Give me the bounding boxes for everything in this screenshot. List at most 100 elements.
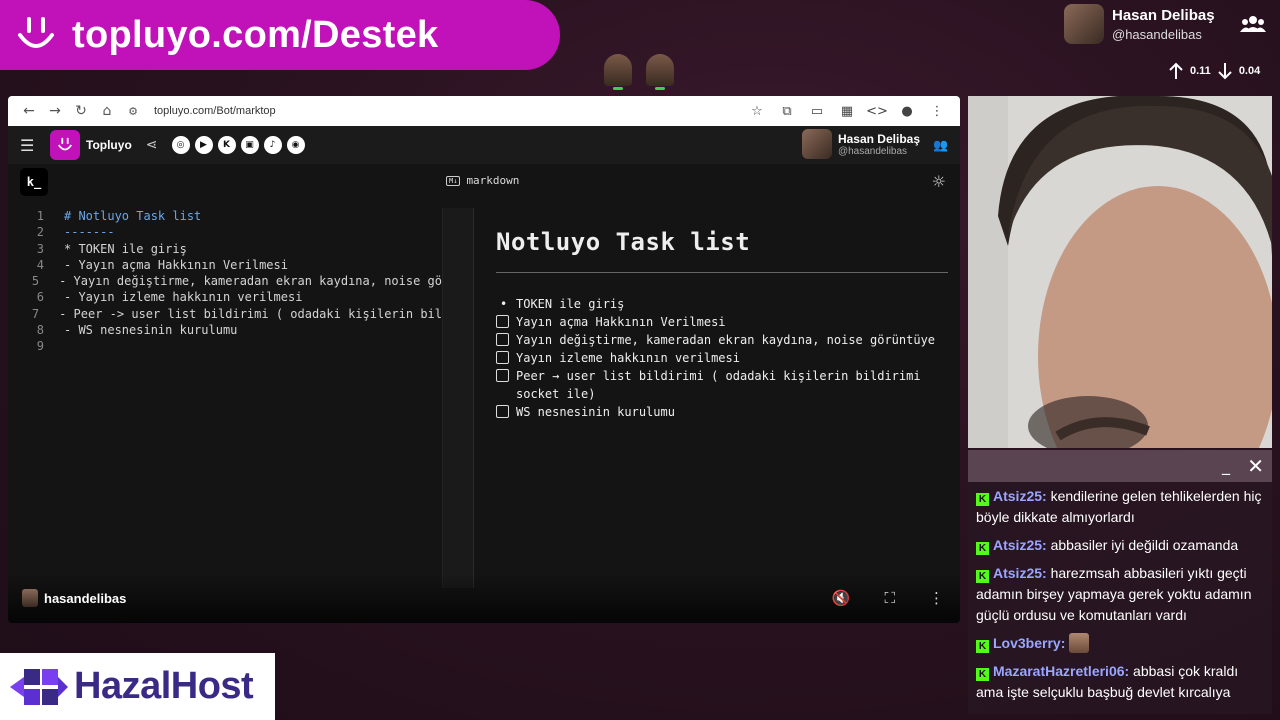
hazalhost-logo-icon: [10, 668, 68, 705]
more-options-icon[interactable]: ⋮: [929, 589, 944, 607]
kick-badge-icon: K: [976, 640, 989, 653]
task-text: WS nesnesinin kurulumu: [516, 405, 675, 419]
instagram-icon[interactable]: ◎: [171, 136, 190, 154]
app-name[interactable]: Topluyo: [86, 138, 132, 152]
close-icon[interactable]: ✕: [1247, 454, 1264, 478]
editor-line[interactable]: 7 - Peer -> user list bildirimi ( odadaki…: [8, 306, 442, 322]
extensions-icon[interactable]: ⧉: [772, 104, 802, 119]
task-item: Yayın açma Hakkının Verilmesi: [496, 313, 948, 331]
line-text: - WS nesnesinin kurulumu: [64, 323, 238, 338]
chat-username[interactable]: Atsiz25:: [993, 565, 1047, 581]
task-list: • TOKEN ile giriş Yayın açma Hakkının Ver…: [496, 295, 948, 421]
tiktok-icon[interactable]: ♪: [263, 136, 282, 154]
channel-name[interactable]: hasandelibas: [44, 591, 126, 606]
app-user-handle: @hasandelibas: [837, 145, 908, 157]
player-controls: hasandelibas 🔇 ⛶ ⋮: [8, 573, 960, 623]
app-header: ☰ Topluyo ⋖ ◎ ▶ K ▣ ♪ ◉ Hasan Delibaş @h…: [8, 126, 960, 164]
code-editor[interactable]: 1 # Notluyo Task list 2 ------- 3 * TOKEN ile…: [8, 208, 442, 588]
task-checkbox[interactable]: [496, 369, 509, 382]
minimize-icon[interactable]: _: [1222, 456, 1230, 475]
chat-message: K Atsiz25: abbasiler iyi değildi ozamanda: [976, 535, 1264, 556]
channel-avatar: [22, 589, 38, 607]
line-number: 8: [36, 323, 44, 338]
task-item: Yayın izleme hakkının verilmesi: [496, 349, 948, 367]
emote-icon: [1069, 633, 1090, 653]
line-number: 9: [36, 339, 44, 354]
viewer-avatars: [604, 54, 674, 90]
smile-logo-icon: [18, 17, 54, 48]
editor-toolbar: k_ M↓ markdown ☼: [8, 164, 960, 200]
chat-panel: _ ✕ K Atsiz25: kendilerine gelen tehlikel…: [968, 450, 1272, 714]
home-icon[interactable]: ⌂: [94, 103, 120, 119]
editor-line[interactable]: 9: [8, 338, 442, 354]
fullscreen-icon[interactable]: ⛶: [884, 589, 895, 607]
line-text: -------: [64, 225, 115, 240]
editor-line[interactable]: 1 # Notluyo Task list: [8, 208, 442, 224]
hamburger-menu-icon[interactable]: ☰: [20, 136, 46, 155]
editor-line[interactable]: 5 - Yayın değiştirme, kameradan ekran kay…: [8, 273, 442, 289]
site-info-icon[interactable]: ⚙: [120, 105, 146, 118]
app-user-name: Hasan Delibaş: [837, 131, 920, 146]
chat-username[interactable]: Atsiz25:: [993, 537, 1047, 553]
banner-title: topluyo.com/Destek: [72, 13, 439, 56]
twitch-icon[interactable]: ▣: [240, 136, 259, 154]
group-icon[interactable]: 👥: [933, 138, 948, 152]
group-icon[interactable]: [1240, 14, 1266, 34]
devtools-icon[interactable]: <>: [862, 104, 892, 119]
chat-text: abbasiler iyi değildi ozamanda: [1046, 537, 1239, 553]
list-item: • TOKEN ile giriş: [500, 297, 625, 311]
task-checkbox[interactable]: [496, 405, 509, 418]
devices-icon[interactable]: ▭: [802, 104, 832, 119]
editor-line[interactable]: 6 - Yayın izleme hakkının verilmesi: [8, 289, 442, 305]
app-user[interactable]: Hasan Delibaş @hasandelibas: [801, 129, 920, 159]
task-text: Yayın açma Hakkının Verilmesi: [516, 315, 726, 329]
editor-line[interactable]: 4 - Yayın açma Hakkının Verilmesi: [8, 257, 442, 273]
theme-toggle-icon[interactable]: ☼: [932, 172, 946, 191]
chat-username[interactable]: MazaratHazretleri06:: [993, 663, 1129, 679]
task-checkbox[interactable]: [496, 333, 509, 346]
browser-window: ← → ↻ ⌂ ⚙ topluyo.com/Bot/marktop ☆ ⧉ ▭ …: [8, 96, 960, 623]
kick-badge-icon: K: [976, 493, 989, 506]
app-user-avatar: [801, 129, 832, 159]
kick-icon[interactable]: K: [217, 136, 236, 154]
streamer-info[interactable]: Hasan Delibaş @hasandelibas: [1064, 4, 1215, 44]
back-icon[interactable]: ←: [16, 103, 42, 119]
forward-icon[interactable]: →: [42, 103, 68, 119]
menu-dots-icon[interactable]: ⋮: [922, 104, 952, 119]
github-icon[interactable]: ◉: [286, 136, 305, 154]
line-text: - Yayın izleme hakkının verilmesi: [64, 290, 303, 305]
editor-line[interactable]: 2 -------: [8, 224, 442, 240]
download-rate: 0.04: [1238, 65, 1261, 77]
line-text: * TOKEN ile giriş: [64, 241, 187, 256]
chat-message: K Atsiz25: kendilerine gelen tehlikelerde…: [976, 486, 1264, 528]
sponsor-banner: HazalHost: [0, 653, 275, 720]
mute-icon[interactable]: 🔇: [832, 589, 851, 607]
bookmark-star-icon[interactable]: ☆: [742, 104, 772, 119]
chat-username[interactable]: Atsiz25:: [993, 488, 1047, 504]
markdown-icon: M↓: [446, 175, 461, 186]
kick-badge-icon: K: [976, 570, 989, 583]
reload-icon[interactable]: ↻: [68, 103, 94, 119]
chat-message: K Lov3berry:: [976, 633, 1264, 654]
markdown-label: markdown: [466, 174, 520, 187]
k-logo-icon[interactable]: k_: [20, 168, 48, 196]
line-text: - Yayın açma Hakkının Verilmesi: [64, 257, 288, 272]
streamer-name: Hasan Delibaş: [1112, 6, 1215, 24]
bullet-text: TOKEN ile giriş: [516, 297, 625, 311]
arrow-down-icon: [1218, 63, 1232, 80]
chat-username[interactable]: Lov3berry:: [993, 635, 1065, 651]
markdown-mode[interactable]: M↓ markdown: [446, 174, 519, 187]
grid-icon[interactable]: ▦: [832, 104, 862, 119]
profile-icon[interactable]: ●: [892, 104, 922, 119]
youtube-icon[interactable]: ▶: [194, 136, 213, 154]
address-bar[interactable]: topluyo.com/Bot/marktop: [154, 105, 742, 117]
upload-rate: 0.11: [1190, 65, 1211, 77]
task-checkbox[interactable]: [496, 315, 509, 328]
split-divider[interactable]: [442, 208, 474, 588]
editor-line[interactable]: 8 - WS nesnesinin kurulumu: [8, 322, 442, 338]
topluyo-logo-icon[interactable]: [50, 130, 80, 160]
line-text: # Notluyo Task list: [64, 209, 202, 223]
share-icon[interactable]: ⋖: [146, 137, 158, 153]
editor-line[interactable]: 3 * TOKEN ile giriş: [8, 241, 442, 257]
task-checkbox[interactable]: [496, 351, 509, 364]
